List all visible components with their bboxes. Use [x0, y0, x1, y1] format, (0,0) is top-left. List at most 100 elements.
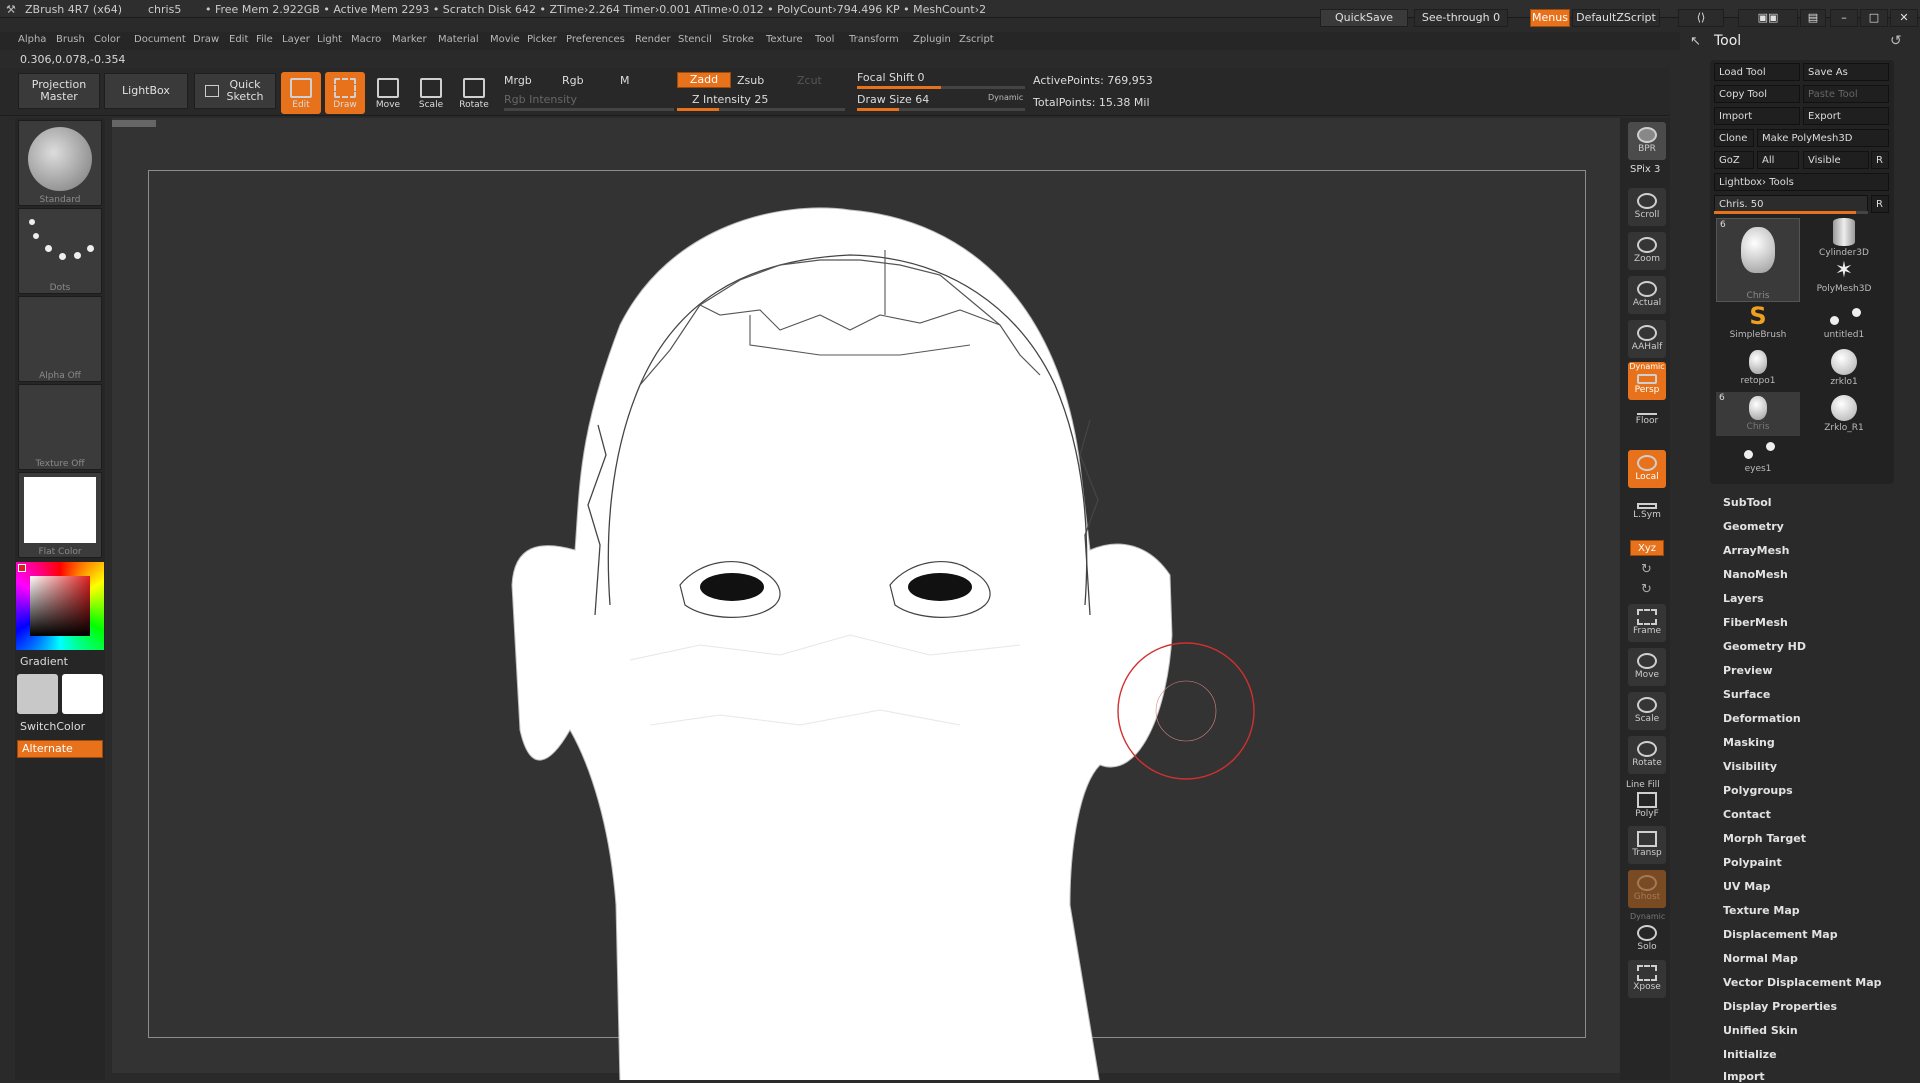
close-icon[interactable]: ✕ — [1890, 9, 1918, 27]
rgb-intensity-track[interactable] — [504, 108, 674, 111]
clone-button[interactable]: Clone — [1714, 129, 1754, 147]
palette-reset-icon[interactable]: ↺ — [1890, 33, 1902, 49]
subpalette-vector-displacement-map[interactable]: Vector Displacement Map — [1723, 976, 1882, 989]
subpalette-polypaint[interactable]: Polypaint — [1723, 856, 1782, 869]
subpalette-visibility[interactable]: Visibility — [1723, 760, 1777, 773]
tool-thumb-zrklo1[interactable]: zrklo1 — [1802, 346, 1886, 390]
y-rotate-icon[interactable]: ↻ — [1641, 562, 1652, 577]
menu-tool[interactable]: Tool — [815, 34, 834, 45]
subpalette-texture-map[interactable]: Texture Map — [1723, 904, 1800, 917]
load-tool-button[interactable]: Load Tool — [1714, 63, 1800, 81]
polyf-button[interactable]: PolyF — [1628, 782, 1666, 820]
rotate-view-button[interactable]: Rotate — [1628, 736, 1666, 774]
tool-thumb-eyes1[interactable]: eyes1 — [1716, 436, 1800, 480]
make-polymesh-button[interactable]: Make PolyMesh3D — [1757, 129, 1889, 147]
layout-arrows-icon[interactable]: ⟨⟩ — [1678, 9, 1724, 27]
see-through-slider[interactable]: See-through 0 — [1414, 9, 1508, 27]
subpalette-surface[interactable]: Surface — [1723, 688, 1770, 701]
zcut-button[interactable]: Zcut — [797, 74, 822, 87]
import-button[interactable]: Import — [1714, 107, 1800, 125]
subpalette-geometry-hd[interactable]: Geometry HD — [1723, 640, 1806, 653]
head-model[interactable] — [500, 205, 1200, 1080]
goz-r-button[interactable]: R — [1871, 151, 1889, 169]
menu-stencil[interactable]: Stencil — [678, 34, 712, 45]
subpalette-masking[interactable]: Masking — [1723, 736, 1775, 749]
subpalette-uv-map[interactable]: UV Map — [1723, 880, 1771, 893]
goz-button[interactable]: GoZ — [1714, 151, 1754, 169]
tool-thumb-chris[interactable]: 6 Chris — [1716, 218, 1800, 302]
subpalette-preview[interactable]: Preview — [1723, 664, 1773, 677]
subpalette-geometry[interactable]: Geometry — [1723, 520, 1784, 533]
save-ui-icon[interactable]: ▤ — [1800, 9, 1826, 27]
z-rotate-icon[interactable]: ↻ — [1641, 582, 1652, 597]
tool-thumb-polymesh3d[interactable]: ✶ PolyMesh3D — [1802, 258, 1886, 302]
tool-thumb-untitled1[interactable]: untitled1 — [1802, 302, 1886, 346]
menu-render[interactable]: Render — [635, 34, 671, 45]
menu-zplugin[interactable]: Zplugin — [913, 34, 951, 45]
tool-thumb-cylinder3d[interactable]: Cylinder3D — [1802, 214, 1886, 258]
spix-slider[interactable]: SPix 3 — [1630, 164, 1660, 175]
lsym-button[interactable]: L.Sym — [1628, 498, 1666, 536]
scale-mode-button[interactable]: Scale — [411, 72, 451, 114]
goz-visible-button[interactable]: Visible — [1803, 151, 1869, 169]
zoom-button[interactable]: Zoom — [1628, 232, 1666, 270]
stroke-selector[interactable]: Dots — [18, 208, 102, 294]
color-picker[interactable] — [16, 562, 104, 650]
switch-color-button[interactable]: SwitchColor — [20, 720, 85, 733]
menu-light[interactable]: Light — [317, 34, 342, 45]
ui-layout-icon[interactable]: ▣▣ — [1738, 9, 1798, 27]
subpalette-morph-target[interactable]: Morph Target — [1723, 832, 1806, 845]
menu-marker[interactable]: Marker — [392, 34, 427, 45]
save-as-button[interactable]: Save As — [1803, 63, 1889, 81]
persp-button[interactable]: Dynamic Persp — [1628, 362, 1666, 400]
menu-texture[interactable]: Texture — [766, 34, 803, 45]
subpalette-displacement-map[interactable]: Displacement Map — [1723, 928, 1838, 941]
ghost-button[interactable]: Ghost — [1628, 870, 1666, 908]
subpalette-arraymesh[interactable]: ArrayMesh — [1723, 544, 1789, 557]
brush-selector[interactable]: Standard — [18, 120, 102, 206]
menu-layer[interactable]: Layer — [282, 34, 310, 45]
rotate-mode-button[interactable]: Rotate — [454, 72, 494, 114]
tool-palette-pin-icon[interactable]: ↖ — [1690, 34, 1701, 49]
subpalette-normal-map[interactable]: Normal Map — [1723, 952, 1798, 965]
copy-tool-button[interactable]: Copy Tool — [1714, 85, 1800, 103]
subpalette-layers[interactable]: Layers — [1723, 592, 1764, 605]
rgb-intensity-slider[interactable]: Rgb Intensity — [504, 93, 577, 106]
focal-shift-slider[interactable]: Focal Shift 0 — [857, 71, 925, 84]
solo-button[interactable]: Solo — [1628, 920, 1666, 958]
lightbox-button[interactable]: LightBox — [104, 73, 188, 109]
dynamic-toggle[interactable]: Dynamic — [988, 93, 1023, 102]
menu-movie[interactable]: Movie — [490, 34, 520, 45]
minimize-icon[interactable]: – — [1830, 9, 1858, 27]
subpalette-fibermesh[interactable]: FiberMesh — [1723, 616, 1788, 629]
menu-file[interactable]: File — [256, 34, 273, 45]
subpalette-deformation[interactable]: Deformation — [1723, 712, 1801, 725]
z-intensity-slider[interactable]: Z Intensity 25 — [692, 93, 768, 106]
edit-mode-button[interactable]: Edit — [281, 72, 321, 114]
menu-draw[interactable]: Draw — [193, 34, 219, 45]
move-mode-button[interactable]: Move — [368, 72, 408, 114]
z-intensity-track[interactable] — [677, 108, 845, 111]
mrgb-button[interactable]: Mrgb — [504, 74, 532, 87]
menu-picker[interactable]: Picker — [527, 34, 557, 45]
subpalette-subtool[interactable]: SubTool — [1723, 496, 1772, 509]
menu-macro[interactable]: Macro — [351, 34, 381, 45]
menu-color[interactable]: Color — [94, 34, 120, 45]
floor-button[interactable]: Floor — [1628, 406, 1666, 444]
main-color-swatch[interactable] — [62, 674, 103, 714]
zadd-button[interactable]: Zadd — [677, 72, 731, 88]
menu-preferences[interactable]: Preferences — [566, 34, 625, 45]
subpalette-unified-skin[interactable]: Unified Skin — [1723, 1024, 1798, 1037]
secondary-color-swatch[interactable] — [17, 674, 58, 714]
lightbox-tools-button[interactable]: Lightbox› Tools — [1714, 173, 1889, 191]
focal-shift-track[interactable] — [857, 86, 1025, 89]
alternate-button[interactable]: Alternate — [17, 740, 103, 758]
move-view-button[interactable]: Move — [1628, 648, 1666, 686]
goz-all-button[interactable]: All — [1757, 151, 1799, 169]
m-button[interactable]: M — [620, 74, 630, 87]
subpalette-display-properties[interactable]: Display Properties — [1723, 1000, 1837, 1013]
paste-tool-button[interactable]: Paste Tool — [1803, 85, 1889, 103]
tool-thumb-simplebrush[interactable]: S SimpleBrush — [1716, 302, 1800, 346]
draw-mode-button[interactable]: Draw — [325, 72, 365, 114]
menu-alpha[interactable]: Alpha — [18, 34, 46, 45]
